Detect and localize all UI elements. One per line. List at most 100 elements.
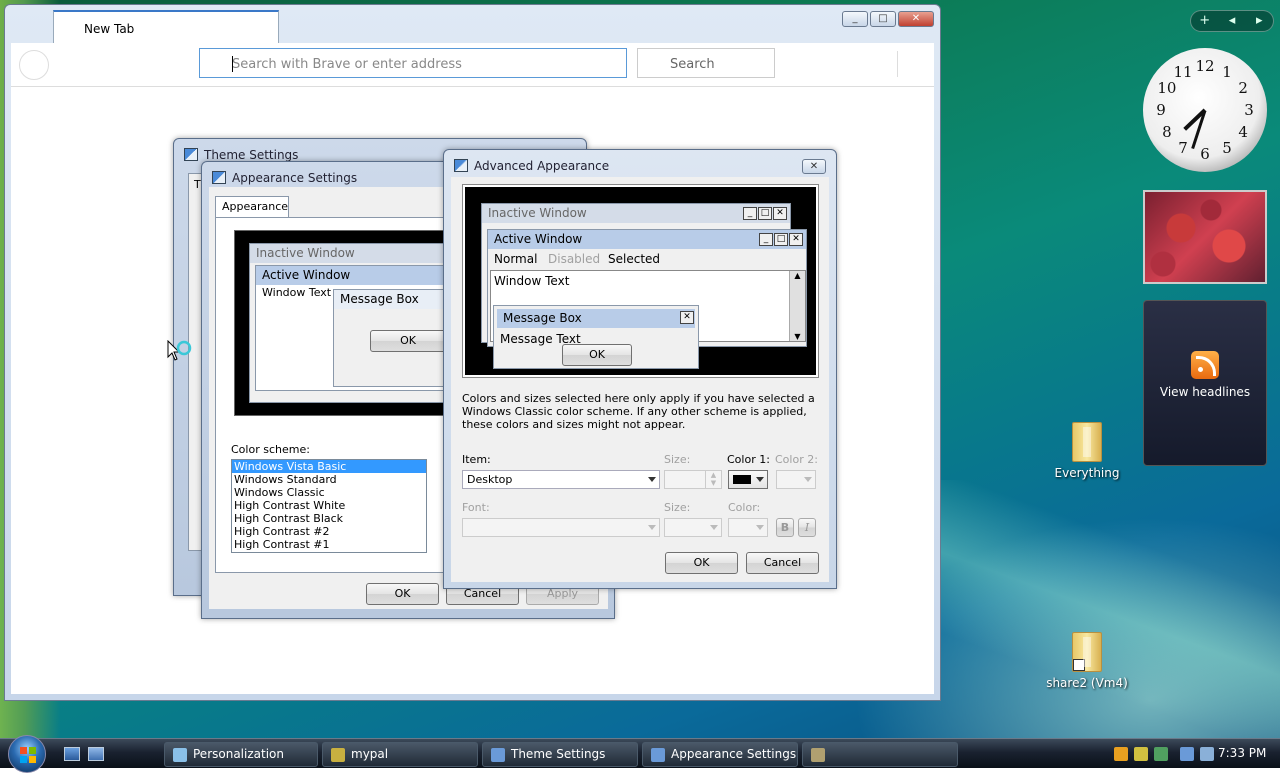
color2-label: Color 2:: [775, 453, 818, 466]
advanced-note: Colors and sizes selected here only appl…: [462, 392, 815, 431]
app-icon: [811, 748, 825, 762]
folder-icon: [1072, 632, 1102, 672]
clock-numeral: 6: [1200, 145, 1210, 163]
clock-numeral: 3: [1244, 101, 1254, 119]
taskbar-item-mypal[interactable]: mypal: [322, 742, 478, 767]
network-icon[interactable]: [1154, 747, 1168, 761]
preview-menu-normal: Normal: [494, 252, 538, 266]
preview-menu-disabled: Disabled: [548, 252, 601, 266]
mypal-icon: [331, 748, 345, 762]
preview-ok-button: OK: [562, 344, 632, 366]
maximize-button[interactable]: □: [870, 11, 896, 27]
toolbar-divider: [897, 51, 898, 77]
search-button-label: Search: [670, 57, 715, 72]
show-desktop-icon[interactable]: [64, 747, 80, 761]
address-bar[interactable]: Search with Brave or enter address: [199, 48, 627, 78]
add-gadget-button[interactable]: +: [1191, 11, 1218, 31]
tab-title: New Tab: [84, 22, 135, 36]
font-color-picker[interactable]: [728, 518, 768, 537]
start-button[interactable]: [8, 735, 46, 773]
font-select[interactable]: [462, 518, 660, 537]
font-label: Font:: [462, 501, 490, 514]
taskbar-item-label: Appearance Settings: [671, 747, 797, 761]
list-item[interactable]: High Contrast White: [232, 499, 426, 512]
dialog-title: Advanced Appearance: [474, 159, 610, 173]
clock-numeral: 7: [1178, 139, 1188, 158]
item-select-value: Desktop: [467, 473, 513, 486]
volume-icon[interactable]: [1200, 747, 1214, 761]
italic-button[interactable]: I: [798, 518, 816, 537]
font-size-label: Size:: [664, 501, 691, 514]
list-item[interactable]: High Contrast Black: [232, 512, 426, 525]
ok-button[interactable]: OK: [366, 583, 439, 605]
clock-numeral: 12: [1195, 57, 1215, 75]
taskbar-item-unnamed[interactable]: [802, 742, 958, 767]
prev-gadget-button[interactable]: ◂: [1218, 11, 1245, 31]
cancel-button[interactable]: Cancel: [746, 552, 819, 574]
clock-numeral: 2: [1238, 79, 1248, 97]
clock-numeral: 9: [1156, 101, 1166, 119]
advanced-appearance-dialog: Advanced Appearance ✕ Inactive Window _ □…: [443, 149, 837, 589]
ok-button[interactable]: OK: [665, 552, 738, 574]
preview-message-title: Message Box: [497, 309, 695, 328]
preview-inactive-buttons: _ □ ✕: [743, 207, 787, 220]
desktop-icon-everything[interactable]: Everything: [1042, 422, 1132, 480]
list-item[interactable]: Windows Vista Basic: [232, 460, 426, 473]
list-item[interactable]: Windows Classic: [232, 486, 426, 499]
item-select[interactable]: Desktop: [462, 470, 660, 489]
list-item[interactable]: Windows Standard: [232, 473, 426, 486]
color-scheme-list[interactable]: Windows Vista Basic Windows Standard Win…: [231, 459, 427, 553]
chevron-down-icon: [756, 477, 764, 482]
security-shield-icon[interactable]: [1114, 747, 1128, 761]
tray-app-icon[interactable]: [1134, 747, 1148, 761]
display-icon: [491, 748, 505, 762]
taskbar-clock[interactable]: 7:33 PM: [1218, 746, 1266, 760]
minimize-button[interactable]: _: [842, 11, 868, 27]
display-icon: [651, 748, 665, 762]
desktop-icon-share2[interactable]: share2 (Vm4): [1042, 632, 1132, 690]
next-gadget-button[interactable]: ▸: [1246, 11, 1273, 31]
chevron-down-icon: [756, 525, 764, 530]
preview-ok-button: OK: [370, 330, 446, 352]
font-size-select[interactable]: [664, 518, 722, 537]
slideshow-gadget[interactable]: [1143, 190, 1267, 284]
folder-icon: [1072, 422, 1102, 462]
bold-button[interactable]: B: [776, 518, 794, 537]
feed-headlines-gadget[interactable]: View headlines: [1143, 300, 1267, 466]
size-label: Size:: [664, 453, 691, 466]
color2-picker[interactable]: [776, 470, 816, 489]
font-color-label: Color:: [728, 501, 761, 514]
control-panel-icon: [173, 748, 187, 762]
switch-windows-icon[interactable]: [88, 747, 104, 761]
chevron-down-icon: [648, 477, 656, 482]
stepper-arrows-icon: ▲ ▼: [705, 471, 721, 488]
color-scheme-label: Color scheme:: [231, 443, 310, 456]
tab-new-tab[interactable]: New Tab: [53, 10, 279, 44]
color1-picker[interactable]: [728, 470, 768, 489]
advanced-preview: Inactive Window _ □ ✕ Active Window _ □ ✕ No…: [462, 184, 819, 378]
close-button[interactable]: ✕: [802, 159, 826, 174]
browser-toolbar: Search with Brave or enter address Searc…: [11, 43, 934, 87]
display-icon: [212, 171, 226, 184]
monitor-icon[interactable]: [1180, 747, 1194, 761]
sidebar-controls: + ◂ ▸: [1190, 10, 1274, 32]
list-item[interactable]: High Contrast #2: [232, 525, 426, 538]
clock-numeral: 1: [1222, 62, 1232, 81]
taskbar-item-theme-settings[interactable]: Theme Settings: [482, 742, 638, 767]
address-placeholder: Search with Brave or enter address: [232, 57, 462, 72]
tab-fragment: T: [194, 178, 201, 191]
close-button[interactable]: ✕: [898, 11, 934, 27]
search-button[interactable]: Search: [637, 48, 775, 78]
size-stepper[interactable]: ▲ ▼: [664, 470, 722, 489]
view-headlines-link[interactable]: View headlines: [1144, 385, 1266, 399]
taskbar-item-appearance-settings[interactable]: Appearance Settings: [642, 742, 798, 767]
item-label: Item:: [462, 453, 491, 466]
profile-avatar[interactable]: [19, 50, 49, 80]
list-item[interactable]: High Contrast #1: [232, 538, 426, 551]
taskbar: Personalization mypal Theme Settings App…: [0, 735, 1280, 773]
clock-gadget[interactable]: 1 2 3 4 5 6 7 8 9 10 11 12: [1143, 48, 1267, 172]
taskbar-item-personalization[interactable]: Personalization: [164, 742, 318, 767]
clock-numeral: 8: [1162, 123, 1172, 141]
tab-appearance[interactable]: Appearance: [215, 196, 289, 218]
desktop-icon-label: Everything: [1054, 466, 1120, 480]
